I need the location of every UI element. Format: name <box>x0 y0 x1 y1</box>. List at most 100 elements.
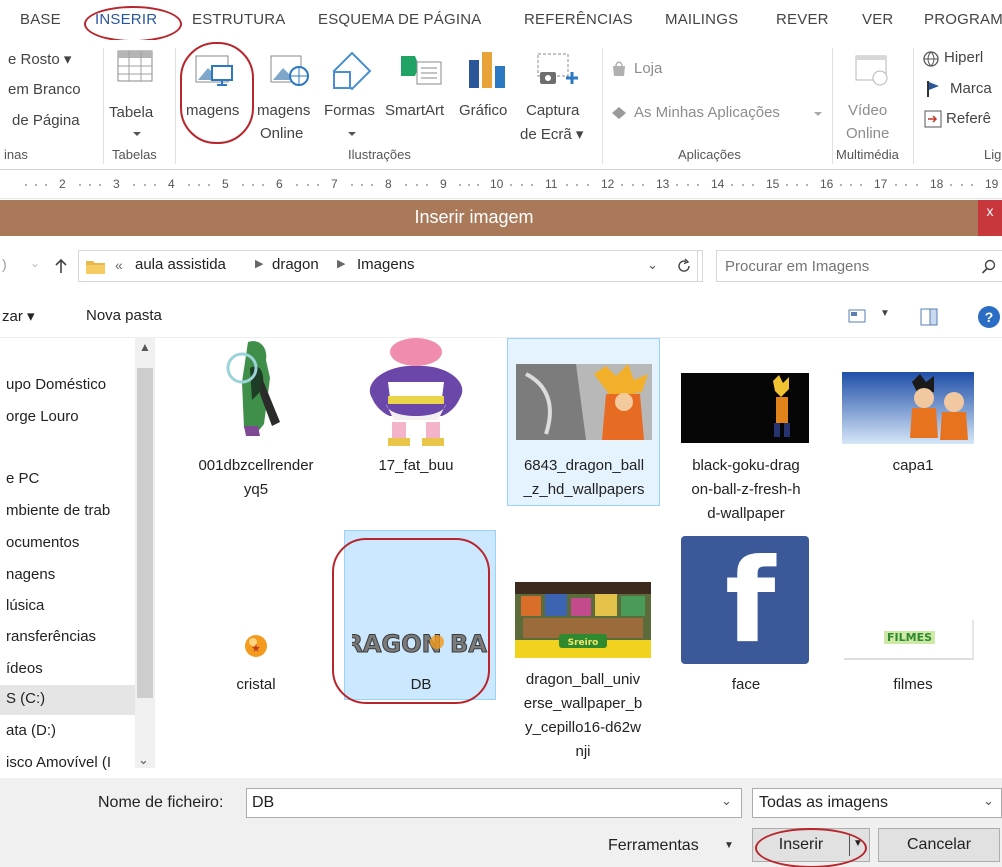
ruler-number: 5 <box>222 177 229 191</box>
breadcrumb-overflow[interactable]: « <box>115 257 123 273</box>
tab-mailings[interactable]: MAILINGS <box>665 11 738 28</box>
online-video-label-1: Vídeo <box>848 102 888 119</box>
ruler-tick <box>143 184 146 186</box>
file-item-face[interactable]: f face <box>671 536 821 696</box>
my-apps-icon <box>612 107 626 119</box>
file-thumbnail: DRAGON BALL <box>352 630 490 659</box>
breadcrumb-separator[interactable]: ▶ <box>337 257 345 270</box>
screenshot-button[interactable]: Captura de Ecrã ▾ <box>520 46 596 143</box>
address-dropdown-chevron-icon[interactable]: ⌄ <box>647 257 658 273</box>
scroll-up-icon[interactable]: ▲ <box>139 340 151 354</box>
cover-page-button[interactable]: e Rosto ▾ <box>8 50 71 68</box>
blank-page-button[interactable]: em Branco <box>8 81 81 98</box>
organize-button[interactable]: zar ▾ <box>2 307 35 325</box>
tab-inserir[interactable]: INSERIR <box>95 11 157 28</box>
nav-item-drive-c[interactable]: S (C:) <box>6 690 45 707</box>
file-item-db[interactable]: DRAGON BALL DB <box>346 536 496 696</box>
file-item-filmes[interactable]: FILMES filmes <box>838 608 988 698</box>
breadcrumb-separator[interactable]: ▶ <box>255 257 263 270</box>
insert-button[interactable]: Inserir <box>753 836 849 854</box>
search-input[interactable] <box>725 256 965 276</box>
cancel-button[interactable]: Cancelar <box>878 828 1000 862</box>
tab-estrutura[interactable]: ESTRUTURA <box>192 11 285 28</box>
ruler-number: 10 <box>490 177 504 191</box>
file-name-line: cristal <box>236 676 276 693</box>
view-options-icon[interactable] <box>848 308 866 324</box>
ribbon-insert: e Rosto ▾ em Branco de Página inas Tabel… <box>0 40 1002 170</box>
view-dropdown-icon[interactable]: ▼ <box>880 308 890 319</box>
ruler-tick <box>459 184 461 186</box>
file-item-black-goku[interactable]: black-goku-drag on-ball-z-fresh-h d-wall… <box>671 338 821 528</box>
file-item-dragon-ball-universe[interactable]: Sreiro dragon_ball_univ erse_wallpaper_b… <box>508 574 658 774</box>
my-apps-button[interactable]: As Minhas Aplicações <box>610 102 830 126</box>
tab-rever[interactable]: REVER <box>776 11 829 28</box>
tab-esquema-de-pagina[interactable]: ESQUEMA DE PÁGINA <box>318 11 481 28</box>
nav-scrollbar[interactable]: ▲ ⌄ <box>135 338 155 768</box>
nav-item-videos[interactable]: ídeos <box>6 660 43 677</box>
file-name-line: yq5 <box>243 481 269 498</box>
pictures-button[interactable]: magens <box>180 46 252 130</box>
nav-item-pictures[interactable]: nagens <box>6 566 55 583</box>
tab-base[interactable]: BASE <box>20 11 61 28</box>
smartart-button[interactable]: SmartArt <box>385 46 457 126</box>
file-name-line: 001dbzcellrender <box>198 457 314 474</box>
nav-item-this-pc[interactable]: e PC <box>6 470 39 487</box>
nav-item-desktop[interactable]: mbiente de trab <box>6 502 110 519</box>
search-box[interactable] <box>716 250 1002 282</box>
nav-item-music[interactable]: lúsica <box>6 597 44 614</box>
nav-item-homegroup[interactable]: upo Doméstico <box>6 376 106 393</box>
new-folder-button[interactable]: Nova pasta <box>86 307 162 324</box>
ruler-tick <box>970 184 973 186</box>
filename-dropdown-chevron-icon[interactable]: ⌄ <box>721 793 732 809</box>
bookmark-button[interactable]: Marca <box>926 78 1002 102</box>
filename-field[interactable]: DB ⌄ <box>246 788 742 818</box>
breadcrumb-aula-assistida[interactable]: aula assistida <box>135 256 226 273</box>
insert-dropdown-icon[interactable]: ▼ <box>853 838 863 849</box>
tools-button[interactable]: Ferramentas ▼ <box>600 832 740 862</box>
cross-reference-button[interactable]: Referê <box>924 108 1002 132</box>
ruler-tick <box>477 184 479 186</box>
tab-program[interactable]: PROGRAM <box>924 11 1002 28</box>
nav-item-documents[interactable]: ocumentos <box>6 534 79 551</box>
ruler-number: 16 <box>820 177 834 191</box>
ruler-tick <box>806 184 808 186</box>
file-item-001dbzcellrender[interactable]: 001dbzcellrender yq5 <box>186 338 326 518</box>
file-item-cristal[interactable]: cristal <box>186 618 326 698</box>
recent-dropdown[interactable]: ⌄ <box>30 256 40 270</box>
preview-pane-icon[interactable] <box>920 308 938 326</box>
ruler-number: 11 <box>545 177 558 191</box>
file-type-select[interactable]: Todas as imagens ⌄ <box>752 788 1002 818</box>
up-arrow-icon[interactable] <box>54 258 68 274</box>
nav-scrollbar-thumb[interactable] <box>137 368 153 698</box>
help-icon[interactable]: ? <box>978 306 1000 328</box>
file-thumbnail <box>681 373 809 443</box>
tab-referencias[interactable]: REFERÊNCIAS <box>524 11 633 28</box>
nav-item-downloads[interactable]: ransferências <box>6 628 96 645</box>
chart-button[interactable]: Gráfico <box>457 46 517 126</box>
nav-item-user[interactable]: orge Louro <box>6 408 79 425</box>
refresh-button[interactable] <box>665 250 703 282</box>
shapes-button[interactable]: Formas <box>322 46 384 142</box>
address-bar[interactable]: « aula assistida ▶ dragon ▶ Imagens ⌄ <box>78 250 698 282</box>
page-break-button[interactable]: de Página <box>12 112 80 129</box>
tab-ver[interactable]: VER <box>862 11 893 28</box>
back-button-partial[interactable]: ) <box>2 256 7 272</box>
breadcrumb-dragon[interactable]: dragon <box>272 256 319 273</box>
online-pictures-button[interactable]: magens Online <box>253 46 323 142</box>
file-item-capa1[interactable]: capa1 <box>838 338 988 518</box>
breadcrumb-imagens[interactable]: Imagens <box>357 256 415 273</box>
online-video-button[interactable]: Vídeo Online <box>836 46 908 142</box>
close-icon: x <box>986 203 994 219</box>
hyperlink-button[interactable]: Hiperl <box>922 48 1002 72</box>
scroll-down-icon[interactable]: ⌄ <box>138 752 149 768</box>
ruler-tick <box>915 184 918 186</box>
ruler-tick <box>641 184 644 186</box>
nav-item-removable[interactable]: isco Amovível (I <box>6 754 111 771</box>
table-button[interactable]: Tabela <box>109 48 161 136</box>
store-button[interactable]: Loja <box>610 58 690 82</box>
nav-item-drive-d[interactable]: ata (D:) <box>6 722 56 739</box>
close-button[interactable]: x <box>978 200 1002 236</box>
filename-value[interactable]: DB <box>252 794 274 812</box>
file-item-17-fat-buu[interactable]: 17_fat_buu <box>346 338 486 518</box>
file-item-6843-dragon-ball[interactable]: 6843_dragon_ball _z_hd_wallpapers <box>511 338 657 518</box>
